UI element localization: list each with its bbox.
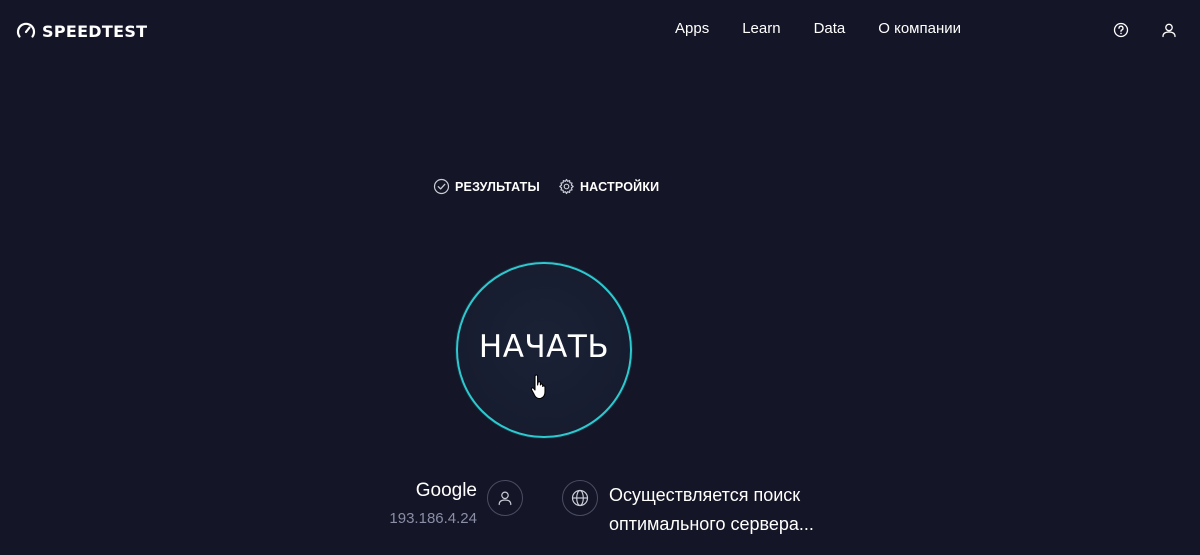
speedtest-logo[interactable]: SPEEDTEST <box>16 21 147 41</box>
tab-settings[interactable]: НАСТРОЙКИ <box>558 178 659 195</box>
nav-link-about[interactable]: О компании <box>878 20 961 37</box>
server-status-line-2: оптимального сервера... <box>609 514 814 534</box>
user-icon[interactable] <box>1160 21 1178 39</box>
isp-ip-address: 193.186.4.24 <box>389 510 477 527</box>
server-status-line-1: Осуществляется поиск <box>609 485 801 505</box>
site-header: SPEEDTEST Apps Learn Data О компании <box>0 0 1200 60</box>
question-circle-icon[interactable] <box>1112 21 1130 39</box>
isp-info: Google 193.186.4.24 <box>389 480 477 528</box>
hand-cursor-icon <box>530 374 546 400</box>
result-settings-tabs: РЕЗУЛЬТАТЫ НАСТРОЙКИ <box>433 178 659 195</box>
start-test-button[interactable]: НАЧАТЬ <box>456 262 632 438</box>
speedtest-page: SPEEDTEST Apps Learn Data О компании РЕЗ… <box>0 0 1200 555</box>
main-nav: Apps Learn Data О компании <box>675 20 994 37</box>
tab-settings-label: НАСТРОЙКИ <box>579 179 660 194</box>
gear-icon <box>559 178 574 195</box>
isp-name: Google <box>415 480 477 501</box>
nav-link-data[interactable]: Data <box>814 20 846 37</box>
server-status: Осуществляется поиск оптимального сервер… <box>609 481 869 539</box>
tab-results[interactable]: РЕЗУЛЬТАТЫ <box>433 178 540 195</box>
start-button-label: НАЧАТЬ <box>478 329 610 365</box>
logo-text: SPEEDTEST <box>42 21 148 41</box>
globe-icon[interactable] <box>562 480 598 516</box>
check-circle-icon <box>433 178 450 195</box>
nav-link-learn[interactable]: Learn <box>742 20 780 37</box>
nav-link-apps[interactable]: Apps <box>675 20 709 37</box>
isp-user-icon[interactable] <box>487 480 523 516</box>
speedometer-icon <box>16 22 36 38</box>
tab-results-label: РЕЗУЛЬТАТЫ <box>455 179 540 194</box>
